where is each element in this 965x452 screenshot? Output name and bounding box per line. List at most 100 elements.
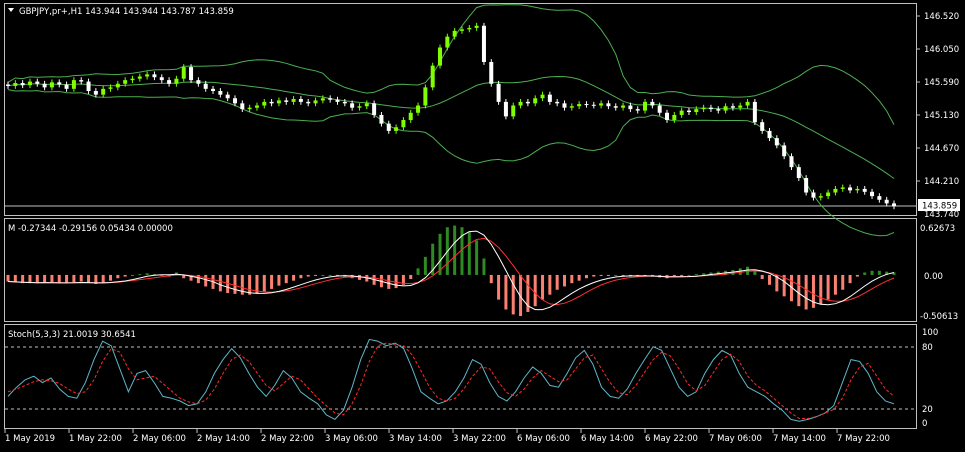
- candle-body: [635, 109, 640, 111]
- candle-body: [474, 25, 479, 28]
- macd-bar: [409, 274, 413, 280]
- time-tick-label: 2 May 06:00: [133, 434, 186, 444]
- macd-bar: [43, 274, 47, 283]
- candle-body: [298, 98, 303, 102]
- macd-bar: [562, 274, 566, 287]
- macd-bar: [387, 274, 391, 289]
- macd-bar: [541, 274, 545, 300]
- stoch-tick-label: 0: [922, 419, 927, 429]
- macd-bar: [841, 274, 845, 290]
- candle-body: [211, 88, 216, 92]
- macd-bar: [877, 270, 881, 275]
- candle-body: [181, 67, 186, 79]
- macd-bar: [299, 274, 303, 279]
- candle-body: [716, 109, 721, 111]
- macd-bar: [833, 274, 837, 295]
- candle-body: [730, 106, 735, 108]
- macd-bar: [687, 274, 691, 276]
- candle-body: [79, 80, 84, 82]
- macd-bar: [109, 274, 113, 281]
- macd-bar: [314, 274, 318, 276]
- candle-body: [145, 74, 150, 77]
- macd-bar: [555, 274, 559, 290]
- candle-body: [372, 103, 377, 115]
- macd-bar: [50, 274, 54, 283]
- macd-bar: [584, 274, 588, 279]
- candle-body: [71, 80, 76, 89]
- candle-body: [284, 100, 289, 102]
- stoch-tick-label: 80: [922, 343, 933, 353]
- macd-bar: [680, 274, 684, 276]
- macd-bar: [123, 274, 127, 277]
- candle-body: [503, 101, 508, 117]
- time-tick-label: 1 May 22:00: [69, 434, 122, 444]
- candle-body: [679, 110, 684, 115]
- macd-bar: [863, 272, 867, 275]
- price-tick-label: 143.740: [924, 210, 959, 220]
- macd-bar: [35, 274, 39, 284]
- candle-body: [481, 25, 486, 63]
- main-title: GBPJPY,pr+,H1 143.944 143.944 143.787 14…: [19, 7, 234, 17]
- candle-body: [401, 120, 406, 128]
- macd-bar: [328, 274, 332, 276]
- macd-tick-label: -0.50613: [920, 312, 958, 322]
- candle-body: [562, 103, 567, 108]
- price-tick-label: 144.210: [924, 177, 959, 187]
- candle-body: [628, 105, 633, 110]
- candle-body: [818, 196, 823, 198]
- candle-body: [167, 80, 172, 84]
- macd-bar: [746, 266, 750, 275]
- candle-body: [27, 81, 32, 86]
- price-tick-label: 146.050: [924, 45, 959, 55]
- macd-bar: [848, 274, 852, 284]
- candle-body: [606, 103, 611, 107]
- candle-body: [621, 105, 626, 108]
- macd-bar: [321, 274, 325, 276]
- candle-body: [862, 188, 867, 192]
- macd-bar: [819, 274, 823, 305]
- candle-body: [328, 98, 333, 100]
- candle-body: [760, 122, 765, 131]
- candle-body: [518, 101, 523, 106]
- candle-body: [152, 74, 157, 78]
- chart-window: GBPJPY,pr+,H1 143.944 143.944 143.787 14…: [0, 0, 965, 452]
- macd-bar: [489, 274, 493, 284]
- time-tick-label: 3 May 14:00: [389, 434, 442, 444]
- candle-body: [101, 88, 106, 95]
- candle-body: [613, 106, 618, 108]
- macd-bar: [284, 274, 288, 284]
- time-tick-label: 7 May 06:00: [709, 434, 762, 444]
- macd-bar: [760, 274, 764, 280]
- candle-body: [840, 187, 845, 189]
- macd-bar: [592, 274, 596, 277]
- macd-bar: [804, 274, 808, 310]
- candle-body: [650, 101, 655, 106]
- candle-body: [723, 106, 728, 111]
- macd-bar: [548, 274, 552, 295]
- current-price-label: 143.859: [922, 202, 957, 212]
- price-tick-label: 145.590: [924, 78, 959, 88]
- candle-body: [137, 76, 142, 79]
- candle-body: [738, 105, 743, 108]
- candle-body: [767, 130, 772, 139]
- macd-bar: [855, 274, 859, 277]
- time-tick-label: 7 May 22:00: [837, 434, 890, 444]
- time-tick-label: 6 May 06:00: [517, 434, 570, 444]
- candle-body: [804, 178, 809, 193]
- macd-bar: [262, 274, 266, 292]
- candle-body: [877, 196, 882, 200]
- candle-body: [394, 127, 399, 131]
- macd-bar: [277, 274, 281, 286]
- candle-body: [657, 105, 662, 113]
- macd-tick-label: 0.62673: [920, 224, 955, 234]
- candle-body: [57, 82, 62, 85]
- candle-body: [416, 105, 421, 113]
- macd-bar: [138, 274, 142, 276]
- macd-bar: [101, 274, 105, 284]
- candle-body: [511, 105, 516, 117]
- candle-body: [20, 83, 25, 86]
- candle-body: [203, 83, 208, 89]
- macd-bar: [797, 274, 801, 307]
- candle-body: [276, 100, 281, 104]
- candle-body: [547, 94, 552, 102]
